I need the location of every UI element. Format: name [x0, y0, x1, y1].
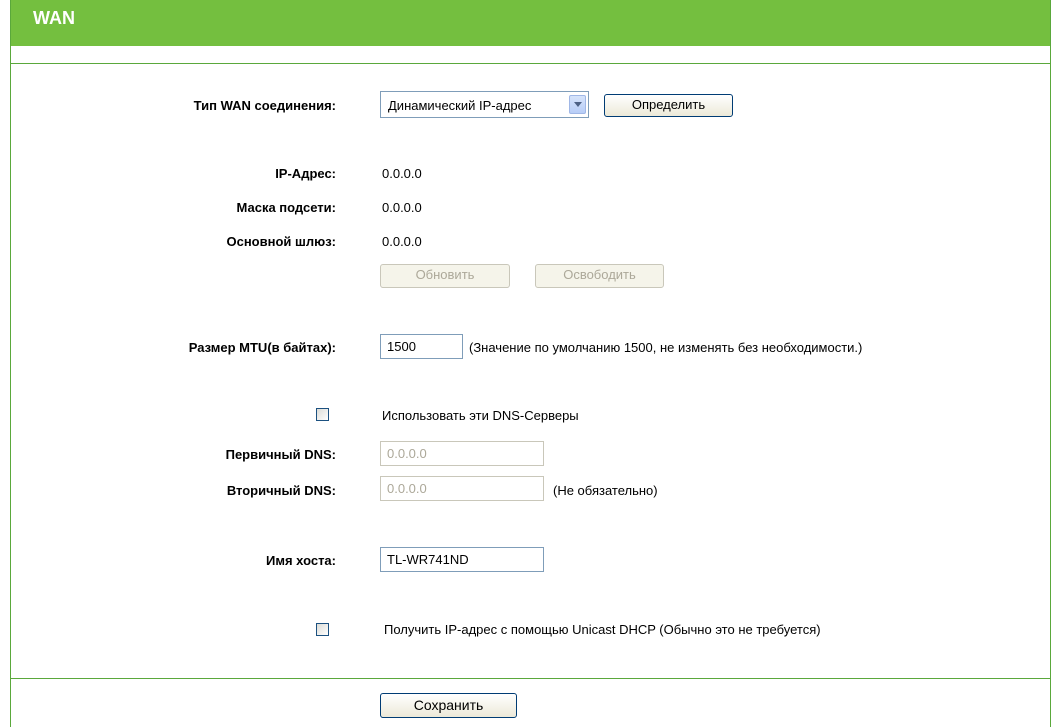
wan-type-selected-value: Динамический IP-адрес [388, 98, 532, 113]
detect-button[interactable]: Определить [604, 94, 733, 117]
ip-address-value: 0.0.0.0 [382, 166, 422, 181]
unicast-dhcp-label: Получить IP-адрес с помощью Unicast DHCP… [384, 622, 821, 637]
release-button[interactable]: Освободить [535, 264, 664, 288]
page-title: WAN [33, 8, 75, 28]
secondary-dns-input[interactable]: 0.0.0.0 [380, 476, 544, 501]
top-divider [11, 63, 1050, 64]
gateway-value: 0.0.0.0 [382, 234, 422, 249]
mtu-note: (Значение по умолчанию 1500, не изменять… [469, 340, 863, 355]
renew-button[interactable]: Обновить [380, 264, 510, 288]
subnet-mask-label: Маска подсети: [236, 200, 336, 215]
secondary-dns-note: (Не обязательно) [553, 483, 658, 498]
save-button[interactable]: Сохранить [380, 693, 517, 718]
use-dns-checkbox[interactable] [316, 408, 329, 421]
page-header: WAN [11, 0, 1050, 46]
wan-type-label: Тип WAN соединения: [193, 98, 336, 113]
use-dns-label: Использовать эти DNS-Серверы [382, 408, 579, 423]
primary-dns-input[interactable]: 0.0.0.0 [380, 441, 544, 466]
frame-right-border [1050, 0, 1051, 727]
mtu-input[interactable]: 1500 [380, 334, 463, 359]
gateway-label: Основной шлюз: [226, 234, 336, 249]
hostname-label: Имя хоста: [266, 553, 336, 568]
mtu-label: Размер MTU(в байтах): [188, 340, 336, 355]
frame-left-border [10, 0, 11, 727]
ip-address-label: IP-Адрес: [275, 166, 336, 181]
unicast-dhcp-checkbox[interactable] [316, 623, 329, 636]
wan-type-select[interactable]: Динамический IP-адрес [380, 91, 589, 118]
chevron-down-icon[interactable] [569, 95, 586, 114]
secondary-dns-label: Вторичный DNS: [226, 483, 336, 498]
subnet-mask-value: 0.0.0.0 [382, 200, 422, 215]
bottom-divider [11, 678, 1050, 679]
primary-dns-label: Первичный DNS: [225, 447, 336, 462]
hostname-input[interactable]: TL-WR741ND [380, 547, 544, 572]
